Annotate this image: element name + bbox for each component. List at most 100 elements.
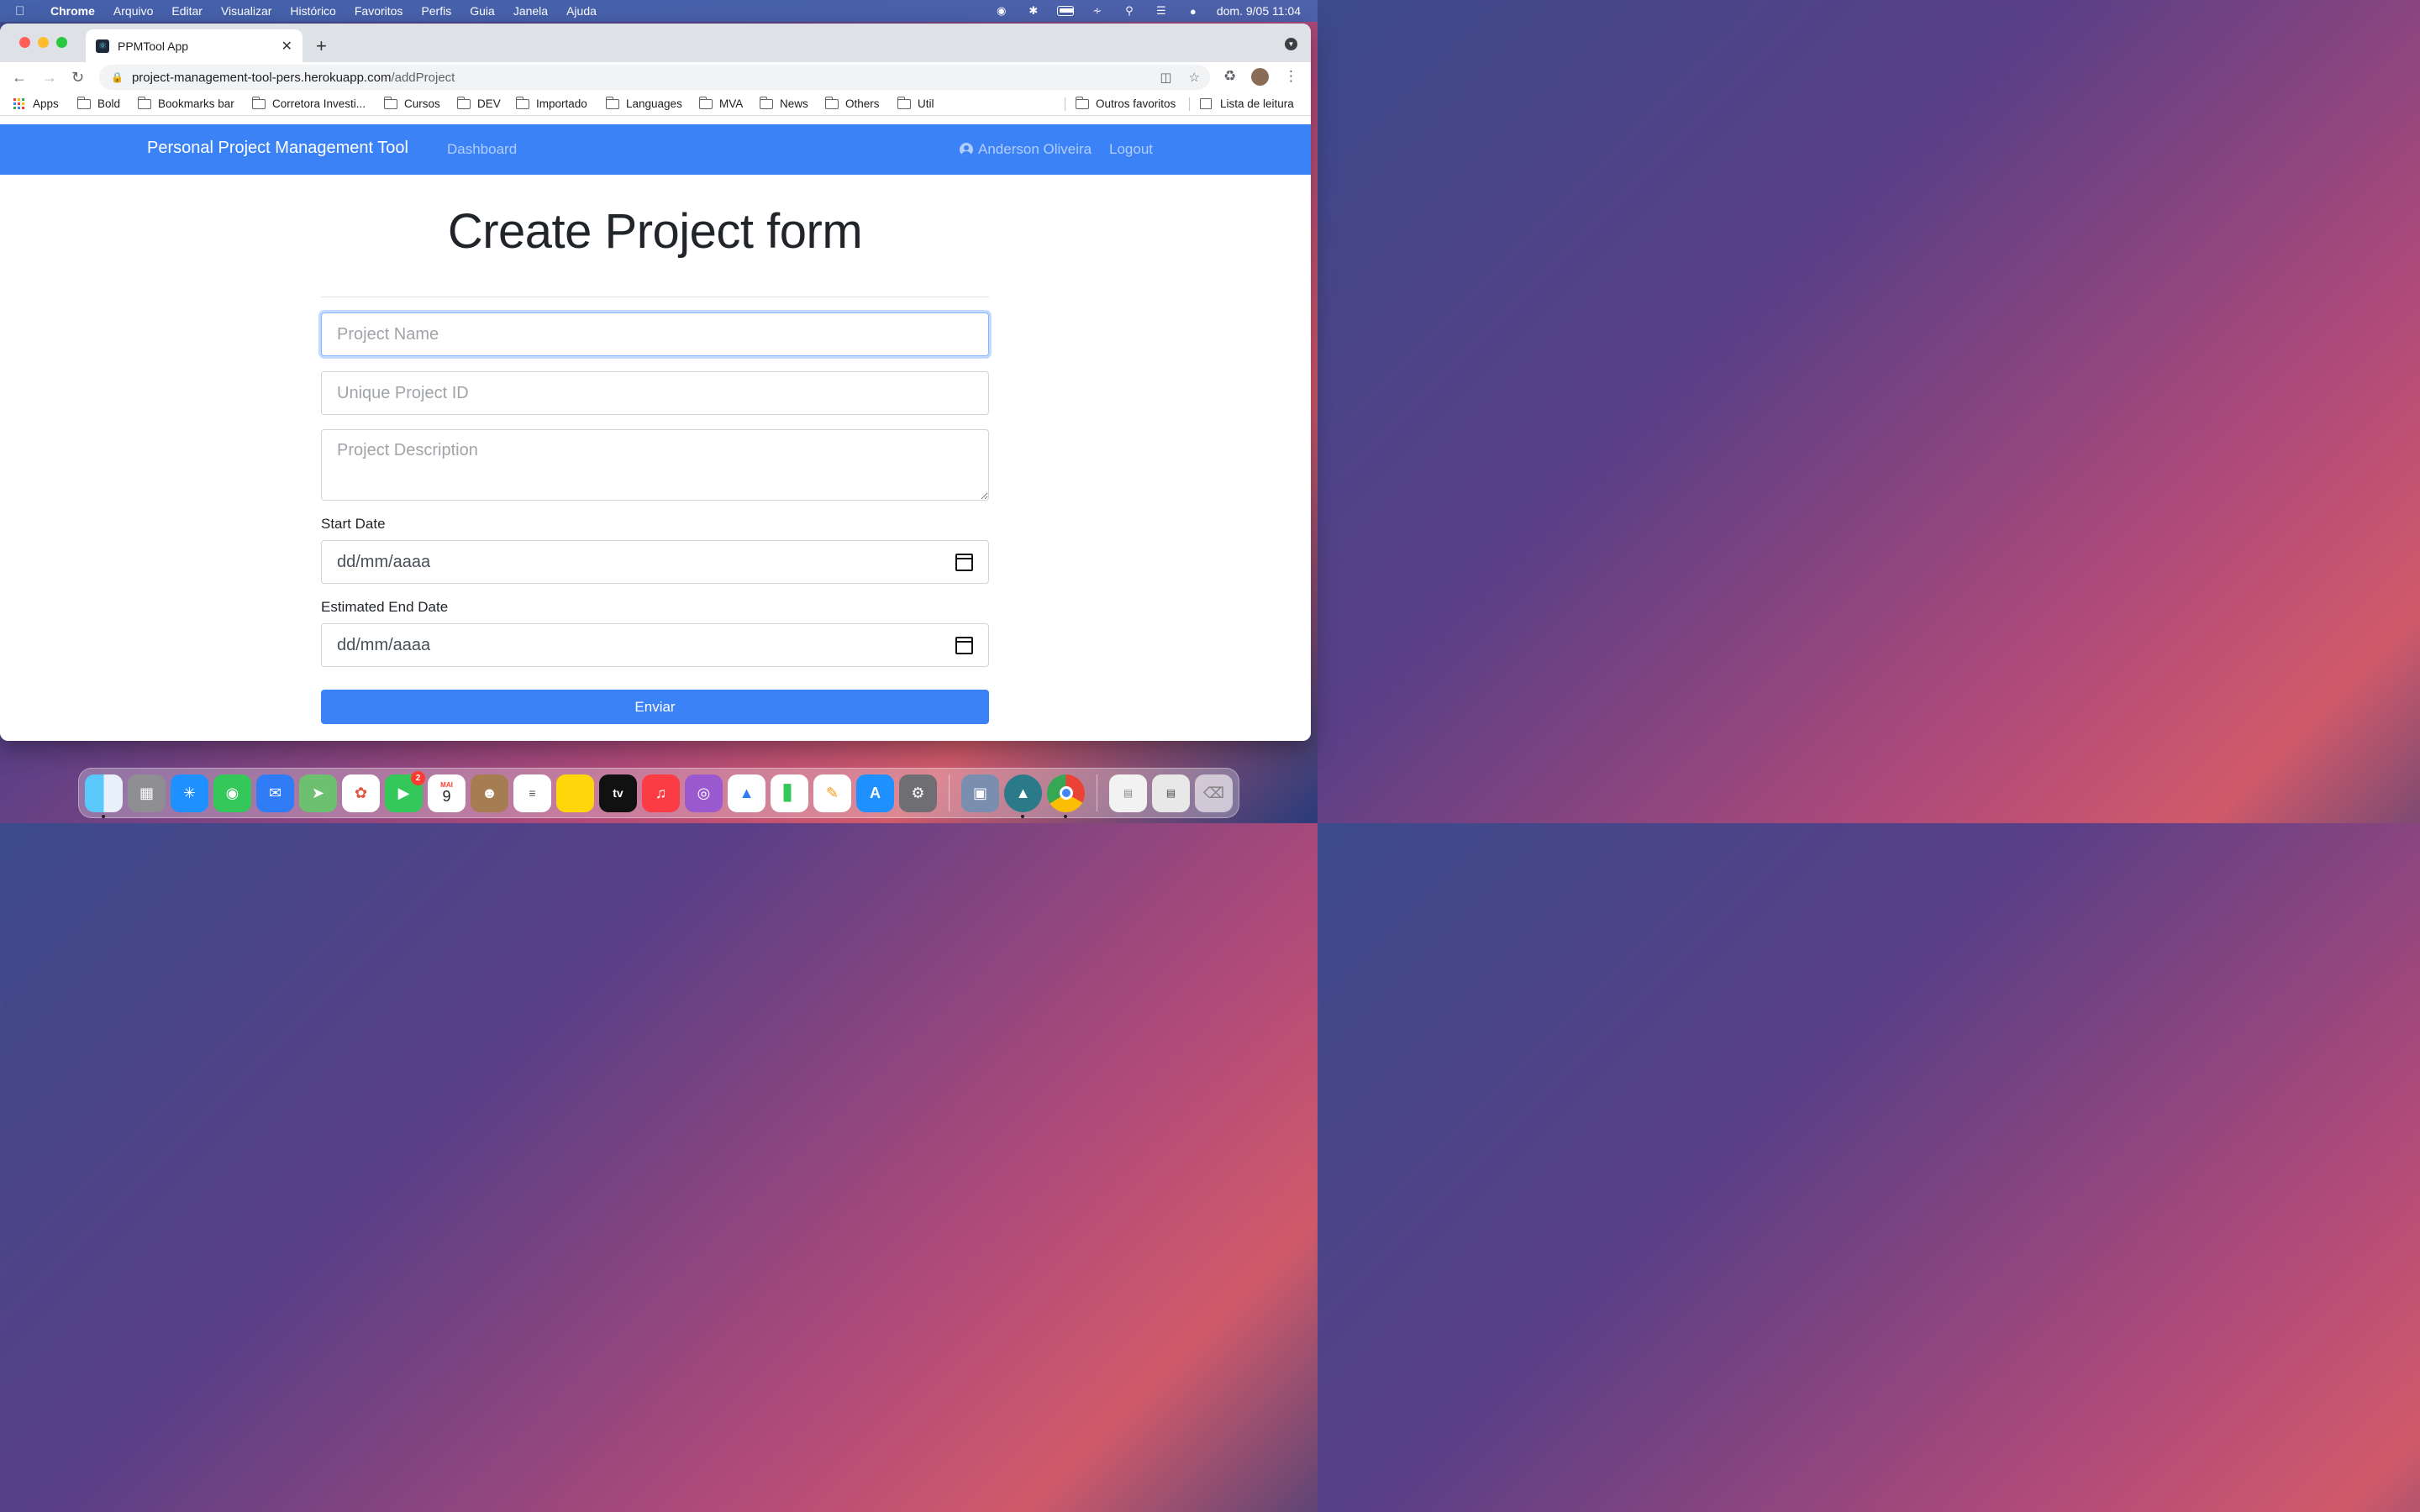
menu-app-name[interactable]: Chrome	[50, 4, 95, 18]
mountain-app-icon[interactable]: ▲	[1004, 774, 1042, 818]
calendar-icon[interactable]	[955, 553, 973, 571]
nav-logout-link[interactable]: Logout	[1109, 141, 1153, 158]
extensions-puzzle-icon[interactable]: ♻	[1223, 68, 1236, 85]
bookmark-label: Apps	[33, 97, 59, 110]
finder-icon[interactable]	[85, 774, 123, 818]
reminders-icon[interactable]: ≡	[513, 774, 551, 812]
forward-icon[interactable]: →	[42, 69, 57, 87]
bookmark-dev[interactable]: DEV	[456, 96, 501, 110]
macos-menubar:  Chrome Arquivo Editar Visualizar Histó…	[0, 0, 1318, 22]
profile-avatar[interactable]	[1251, 68, 1269, 86]
control-center-icon[interactable]: ☰	[1153, 4, 1170, 18]
siri-icon[interactable]: ●	[1185, 4, 1202, 18]
pdf-document-icon[interactable]: ▤	[1109, 774, 1147, 812]
numbers-icon[interactable]: ▋	[771, 774, 808, 812]
bookmark-outros-favoritos[interactable]: Outros favoritos	[1075, 96, 1176, 110]
bookmark-bookmarks-bar[interactable]: Bookmarks bar	[137, 96, 234, 110]
start-date-input[interactable]: dd/mm/aaaa	[321, 540, 989, 584]
battery-icon[interactable]	[1056, 4, 1074, 18]
end-date-input[interactable]: dd/mm/aaaa	[321, 623, 989, 667]
folder-icon	[383, 96, 397, 109]
apple-tv-icon[interactable]: tv	[599, 774, 637, 812]
menu-arquivo[interactable]: Arquivo	[113, 4, 153, 18]
music-icon[interactable]: ♫	[642, 774, 680, 812]
tab-ppmtool[interactable]: ⚛ PPMTool App ✕	[86, 29, 302, 62]
bookmark-star-icon[interactable]: ☆	[1189, 70, 1200, 85]
apple-menu-icon[interactable]: 	[15, 4, 37, 18]
folder-icon	[698, 96, 713, 109]
submit-button[interactable]: Enviar	[321, 690, 989, 724]
notes-icon[interactable]	[556, 774, 594, 812]
preview-icon[interactable]: ▣	[961, 774, 999, 812]
reload-icon[interactable]: ↻	[71, 69, 84, 87]
close-window-button[interactable]	[19, 37, 30, 48]
folder-icon	[251, 96, 266, 109]
nav-user-link[interactable]: Anderson Oliveira	[960, 141, 1092, 158]
podcasts-icon[interactable]: ◎	[685, 774, 723, 812]
calendar-app-icon[interactable]: MAI 9	[428, 774, 466, 812]
spotlight-search-icon[interactable]: ⚲	[1121, 4, 1138, 18]
navbar-brand-link[interactable]: Personal Project Management Tool	[147, 139, 408, 158]
browser-menu-icon[interactable]: ⋮	[1284, 68, 1298, 85]
facetime-icon[interactable]: ▶ 2	[385, 770, 425, 812]
mail-icon[interactable]: ✉	[256, 774, 294, 812]
bookmark-mva[interactable]: MVA	[698, 96, 743, 110]
keynote-icon[interactable]: ▲	[728, 774, 765, 812]
wifi-icon[interactable]: ∻	[1089, 4, 1106, 18]
reading-list[interactable]: Lista de leitura	[1200, 97, 1294, 110]
chrome-icon[interactable]	[1047, 774, 1085, 818]
trash-icon[interactable]: ⌫	[1195, 774, 1233, 812]
browser-toolbar: ← → ↻ 🔒 project-management-tool-pers.her…	[0, 62, 1311, 92]
bookmark-apps[interactable]: Apps	[13, 97, 59, 110]
bookmark-label: Corretora Investi...	[272, 97, 366, 110]
bookmark-importado[interactable]: Importado	[515, 96, 587, 110]
bookmark-news[interactable]: News	[759, 96, 808, 110]
system-preferences-icon[interactable]: ⚙	[899, 774, 937, 812]
start-date-value: dd/mm/aaaa	[337, 552, 431, 571]
bluetooth-icon[interactable]: ✱	[1025, 4, 1042, 18]
maps-icon[interactable]: ➤	[299, 774, 337, 812]
project-name-input[interactable]	[321, 312, 989, 356]
pages-icon[interactable]: ✎	[813, 774, 851, 812]
focus-icon[interactable]: ◉	[993, 4, 1010, 18]
contacts-icon[interactable]: ☻	[471, 774, 508, 812]
new-tab-button[interactable]: +	[316, 35, 327, 57]
back-icon[interactable]: ←	[12, 69, 27, 87]
menu-ajuda[interactable]: Ajuda	[566, 4, 597, 18]
status-area: ◉ ✱ ∻ ⚲ ☰ ● dom. 9/05 11:04	[993, 0, 1301, 22]
safari-icon[interactable]: ✳	[171, 774, 208, 812]
app-store-icon[interactable]: A	[856, 774, 894, 812]
minimize-window-button[interactable]	[38, 37, 49, 48]
launchpad-icon[interactable]: ▦	[128, 774, 166, 812]
menu-favoritos[interactable]: Favoritos	[355, 4, 403, 18]
menu-editar[interactable]: Editar	[171, 4, 203, 18]
photos-icon[interactable]: ✿	[342, 774, 380, 812]
bookmark-others[interactable]: Others	[824, 96, 880, 110]
menu-visualizar[interactable]: Visualizar	[221, 4, 271, 18]
menubar-clock[interactable]: dom. 9/05 11:04	[1217, 4, 1301, 18]
tab-search-icon[interactable]: ▼	[1285, 38, 1297, 50]
project-id-input[interactable]	[321, 371, 989, 415]
project-description-textarea[interactable]	[321, 429, 989, 501]
menu-janela[interactable]: Janela	[513, 4, 548, 18]
nav-user-name: Anderson Oliveira	[978, 141, 1092, 157]
nav-dashboard-link[interactable]: Dashboard	[447, 141, 517, 158]
menu-historico[interactable]: Histórico	[290, 4, 335, 18]
folder-icon	[897, 96, 911, 109]
calendar-icon[interactable]	[955, 636, 973, 654]
bookmark-corretora[interactable]: Corretora Investi...	[251, 96, 366, 110]
bookmark-util[interactable]: Util	[897, 96, 934, 110]
downloads-stack-icon[interactable]: ▤	[1152, 774, 1190, 812]
zoom-window-button[interactable]	[56, 37, 67, 48]
menu-guia[interactable]: Guia	[470, 4, 495, 18]
bookmark-bold[interactable]: Bold	[76, 96, 120, 110]
reading-list-label: Lista de leitura	[1220, 97, 1294, 110]
menu-perfis[interactable]: Perfis	[421, 4, 451, 18]
lock-icon[interactable]: 🔒	[111, 71, 124, 83]
bookmark-languages[interactable]: Languages	[605, 96, 682, 110]
address-bar[interactable]: 🔒 project-management-tool-pers.herokuapp…	[99, 65, 1210, 90]
bookmark-cursos[interactable]: Cursos	[383, 96, 440, 110]
translate-icon[interactable]: ◫	[1160, 70, 1171, 85]
tab-close-icon[interactable]: ✕	[281, 38, 292, 55]
messages-icon[interactable]: ◉	[213, 774, 251, 812]
